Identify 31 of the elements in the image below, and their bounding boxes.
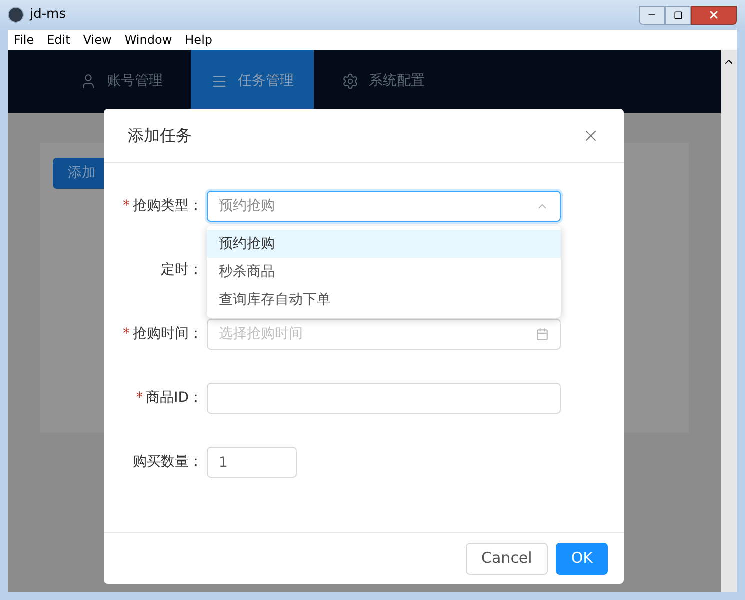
window-title: jd-ms (30, 6, 66, 24)
dropdown-option[interactable]: 查询库存自动下单 (207, 286, 561, 314)
required-mark: * (123, 325, 130, 344)
type-select[interactable]: 预约抢购 (207, 191, 561, 222)
user-icon (80, 73, 97, 90)
dropdown-option[interactable]: 预约抢购 (207, 230, 561, 258)
menu-item[interactable]: Help (185, 31, 213, 49)
close-button[interactable] (691, 6, 737, 24)
cancel-button[interactable]: Cancel (466, 542, 548, 574)
field-label: 购买数量： (133, 453, 203, 472)
required-mark: * (123, 197, 130, 216)
maximize-icon (674, 10, 682, 20)
settings-icon (342, 73, 359, 90)
field-label: 商品ID： (146, 389, 203, 408)
required-mark: * (136, 389, 144, 408)
menu-item[interactable]: Edit (47, 31, 70, 49)
number-field[interactable]: 1 (207, 447, 297, 478)
dialog-title: 添加任务 (128, 124, 192, 146)
close-icon (708, 9, 720, 21)
menu-item[interactable]: File (14, 31, 34, 49)
menu-icon (211, 73, 228, 90)
field-label: 抢购时间： (133, 325, 203, 344)
field-label: 抢购类型： (133, 197, 203, 216)
menu-item[interactable]: Window (124, 31, 172, 49)
app-logo-icon (8, 7, 24, 23)
maximize-button[interactable] (665, 6, 691, 24)
calendar-icon (536, 328, 549, 341)
menu-item[interactable]: View (83, 31, 112, 49)
dropdown-option[interactable]: 秒杀商品 (207, 258, 561, 286)
field-label: 定时： (161, 261, 203, 280)
text-field[interactable] (207, 383, 561, 414)
